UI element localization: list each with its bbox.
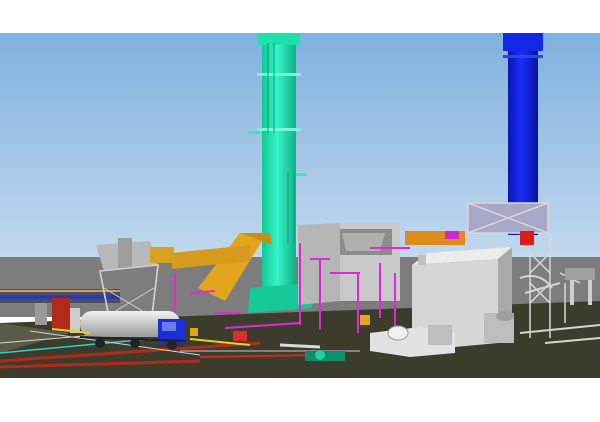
red-duct-transition [520, 231, 534, 245]
tanker-truck [79, 311, 187, 350]
hrsg-casing [298, 223, 400, 305]
power-plant-3d-model [0, 33, 600, 378]
green-pad [305, 350, 345, 361]
cad-3d-viewport[interactable] [0, 33, 600, 378]
magenta-box [445, 231, 459, 239]
